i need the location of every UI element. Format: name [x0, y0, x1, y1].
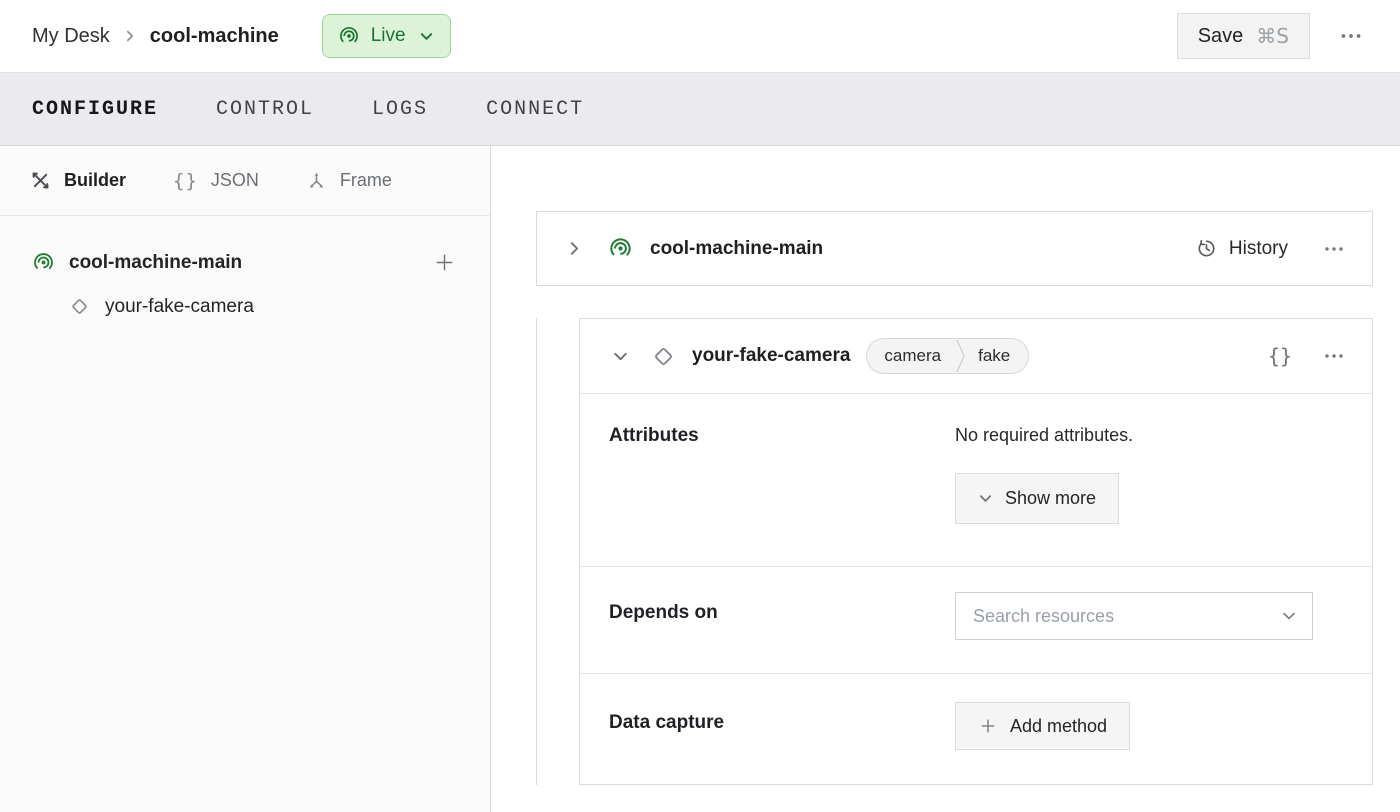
part-broadcast-icon	[608, 236, 633, 261]
tab-configure[interactable]: CONFIGURE	[32, 98, 158, 121]
part-broadcast-icon	[32, 251, 55, 274]
view-tab-frame[interactable]: Frame	[306, 170, 392, 191]
component-json-button[interactable]: {}	[1264, 342, 1296, 370]
component-menu-button[interactable]	[1318, 340, 1350, 372]
view-tab-frame-label: Frame	[340, 170, 392, 191]
live-broadcast-icon	[338, 25, 360, 47]
config-main-panel: cool-machine-main History	[491, 146, 1400, 812]
view-tab-json-label: JSON	[211, 170, 259, 191]
tree-item-component-camera[interactable]: your-fake-camera	[32, 295, 460, 318]
breadcrumb-parent-link[interactable]: My Desk	[32, 25, 110, 48]
component-type-badge: camera fake	[866, 338, 1029, 374]
component-type: camera	[867, 339, 956, 373]
component-card: your-fake-camera camera fake {}	[579, 318, 1373, 785]
data-capture-label: Data capture	[609, 702, 955, 750]
ellipsis-icon	[1338, 23, 1364, 49]
view-tab-builder-label: Builder	[64, 170, 126, 191]
machine-status-dropdown[interactable]: Live	[322, 14, 451, 58]
component-collapse-button[interactable]	[608, 344, 633, 369]
breadcrumb-chevron-icon	[123, 29, 137, 43]
part-card-title: cool-machine-main	[650, 238, 823, 260]
frame-axes-icon	[306, 170, 327, 191]
select-chevron-down-icon	[1281, 608, 1297, 624]
chevron-right-icon	[566, 240, 583, 257]
plus-icon	[433, 251, 456, 274]
resource-tree: cool-machine-main your-fake-camera	[0, 216, 490, 318]
show-more-label: Show more	[1005, 488, 1096, 509]
breadcrumb-current-machine: cool-machine	[150, 25, 279, 48]
save-button[interactable]: Save ⌘S	[1177, 13, 1310, 59]
topbar-overflow-menu-button[interactable]	[1334, 19, 1368, 53]
live-chevron-down-icon	[419, 29, 434, 44]
breadcrumb: My Desk cool-machine	[32, 25, 279, 48]
add-method-button[interactable]: Add method	[955, 702, 1130, 750]
tab-logs[interactable]: LOGS	[372, 98, 428, 121]
component-card-header: your-fake-camera camera fake {}	[580, 319, 1372, 393]
builder-tools-icon	[30, 170, 51, 191]
depends-on-placeholder: Search resources	[973, 606, 1114, 627]
depends-on-select[interactable]: Search resources	[955, 592, 1313, 640]
history-clock-icon	[1195, 237, 1218, 260]
depends-on-label: Depends on	[609, 592, 955, 640]
badge-chevron-divider	[956, 339, 965, 373]
view-tab-json[interactable]: {} JSON	[173, 170, 259, 192]
attributes-section: Attributes No required attributes. Show …	[580, 393, 1372, 566]
ellipsis-icon	[1322, 237, 1346, 261]
part-card-expand-button[interactable]	[562, 236, 587, 261]
component-diamond-icon	[650, 343, 677, 370]
tab-control[interactable]: CONTROL	[216, 98, 314, 121]
history-button[interactable]: History	[1195, 237, 1288, 260]
save-shortcut-hint: ⌘S	[1256, 24, 1289, 48]
view-switcher: Builder {} JSON	[0, 146, 490, 216]
show-more-button[interactable]: Show more	[955, 473, 1119, 524]
tree-item-component-name: your-fake-camera	[105, 296, 254, 318]
part-card-menu-button[interactable]	[1318, 233, 1350, 265]
plus-icon	[978, 716, 998, 736]
component-model: fake	[965, 339, 1028, 373]
component-diamond-icon	[68, 295, 91, 318]
config-sidebar: Builder {} JSON	[0, 146, 491, 812]
json-braces-icon: {}	[173, 170, 198, 192]
app-window: My Desk cool-machine Live	[0, 0, 1400, 812]
machine-part-card: cool-machine-main History	[536, 211, 1373, 286]
machine-tabbar: CONFIGURE CONTROL LOGS CONNECT	[0, 72, 1400, 146]
content-area: Builder {} JSON	[0, 146, 1400, 812]
save-label: Save	[1198, 25, 1244, 48]
tree-item-part-name: cool-machine-main	[69, 252, 242, 274]
component-card-connector: your-fake-camera camera fake {}	[536, 318, 1373, 785]
depends-on-section: Depends on Search resources	[580, 566, 1372, 673]
ellipsis-icon	[1322, 344, 1346, 368]
add-resource-button[interactable]	[429, 247, 460, 278]
data-capture-section: Data capture Add method	[580, 673, 1372, 784]
history-label: History	[1229, 238, 1288, 260]
component-card-title: your-fake-camera	[692, 345, 850, 367]
tab-connect[interactable]: CONNECT	[486, 98, 584, 121]
topbar: My Desk cool-machine Live	[0, 0, 1400, 72]
add-method-label: Add method	[1010, 716, 1107, 737]
show-more-chevron-icon	[978, 491, 993, 506]
attributes-label: Attributes	[609, 425, 955, 524]
topbar-left: My Desk cool-machine Live	[32, 14, 451, 58]
live-status-label: Live	[371, 25, 406, 47]
tree-item-machine-part[interactable]: cool-machine-main	[32, 247, 460, 278]
topbar-right: Save ⌘S	[1177, 13, 1368, 59]
chevron-down-icon	[612, 348, 629, 365]
attributes-empty-text: No required attributes.	[955, 425, 1133, 446]
view-tab-builder[interactable]: Builder	[30, 170, 126, 191]
